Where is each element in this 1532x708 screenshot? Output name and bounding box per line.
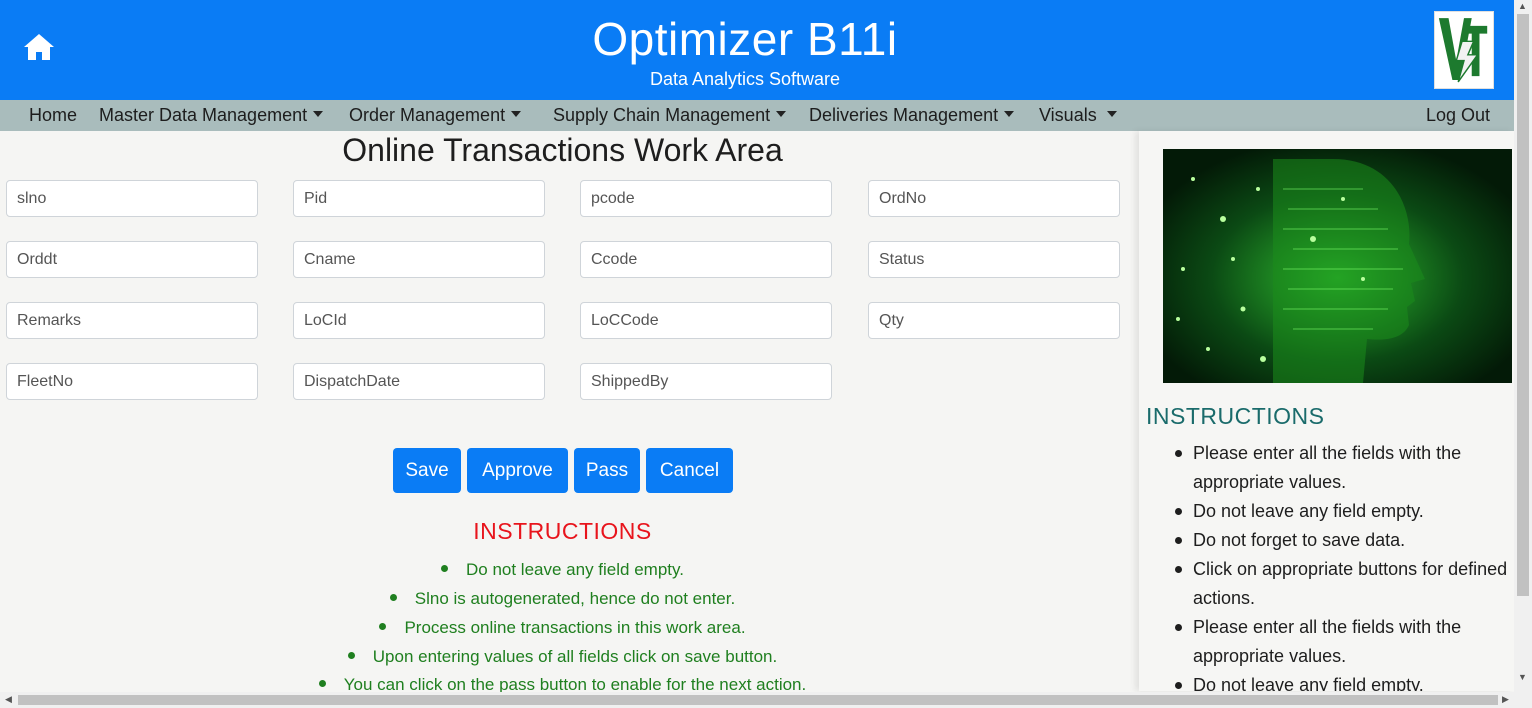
- instructions-title: INSTRUCTIONS: [473, 518, 652, 544]
- nav-supply-chain-management[interactable]: Supply Chain Management: [553, 105, 787, 126]
- scroll-up-icon[interactable]: ▲: [1518, 1, 1527, 11]
- field-remarks[interactable]: [6, 302, 258, 339]
- field-locid[interactable]: [293, 302, 545, 339]
- field-cname[interactable]: [293, 241, 545, 278]
- list-item: Please enter all the fields with the app…: [1175, 613, 1514, 671]
- scroll-down-icon[interactable]: ▼: [1518, 672, 1527, 682]
- field-dispatchdate[interactable]: [293, 363, 545, 400]
- field-shippedby[interactable]: [580, 363, 832, 400]
- approve-button[interactable]: Approve: [467, 448, 568, 493]
- field-orddt[interactable]: [6, 241, 258, 278]
- vertical-scroll-thumb[interactable]: [1517, 14, 1529, 596]
- logo-icon: [1434, 11, 1494, 89]
- nav-deliveries-management[interactable]: Deliveries Management: [809, 105, 1015, 126]
- caret-down-icon: [1004, 111, 1015, 117]
- instruction-item: Do not leave any field empty.: [0, 560, 1125, 580]
- list-item: Do not leave any field empty.: [1175, 497, 1514, 526]
- vertical-scrollbar[interactable]: ▲ ▼: [1514, 0, 1532, 692]
- nav-visuals[interactable]: Visuals: [1039, 105, 1117, 126]
- field-fleetno[interactable]: [6, 363, 258, 400]
- horizontal-scroll-thumb[interactable]: [18, 695, 1498, 705]
- nav-home[interactable]: Home: [29, 105, 77, 126]
- cancel-button[interactable]: Cancel: [646, 448, 733, 493]
- caret-down-icon: [511, 111, 522, 117]
- field-status[interactable]: [868, 241, 1120, 278]
- instruction-item: Slno is autogenerated, hence do not ente…: [0, 589, 1125, 609]
- field-ccode[interactable]: [580, 241, 832, 278]
- app-subtitle: Data Analytics Software: [649, 69, 841, 89]
- side-panel: INSTRUCTIONS Please enter all the fields…: [1139, 131, 1514, 691]
- pass-button[interactable]: Pass: [574, 448, 640, 493]
- caret-down-icon: [1106, 111, 1117, 117]
- nav-master-data-management[interactable]: Master Data Management: [99, 105, 324, 126]
- instruction-item: Process online transactions in this work…: [0, 618, 1125, 638]
- scroll-right-icon[interactable]: ▶: [1502, 694, 1509, 705]
- list-item: Do not forget to save data.: [1175, 526, 1514, 555]
- app-title: Optimizer B11i: [592, 13, 898, 65]
- nav-order-management[interactable]: Order Management: [349, 105, 522, 126]
- save-button[interactable]: Save: [393, 448, 461, 493]
- side-instructions-list: Please enter all the fields with the app…: [1175, 439, 1514, 691]
- ai-head-circuit-image: [1163, 149, 1512, 383]
- scroll-left-icon[interactable]: ◀: [5, 694, 12, 705]
- field-qty[interactable]: [868, 302, 1120, 339]
- field-slno[interactable]: [6, 180, 258, 217]
- app-header: Optimizer B11i Data Analytics Software: [0, 0, 1514, 100]
- caret-down-icon: [313, 111, 324, 117]
- instruction-item: Upon entering values of all fields click…: [0, 647, 1125, 667]
- list-item: Do not leave any field empty.: [1175, 671, 1514, 691]
- field-pcode[interactable]: [580, 180, 832, 217]
- page-title: Online Transactions Work Area: [342, 132, 783, 168]
- list-item: Click on appropriate buttons for defined…: [1175, 555, 1514, 613]
- caret-down-icon: [776, 111, 787, 117]
- main-navbar: Home Master Data Management Order Manage…: [0, 100, 1514, 131]
- field-ordno[interactable]: [868, 180, 1120, 217]
- field-loccode[interactable]: [580, 302, 832, 339]
- horizontal-scrollbar[interactable]: ◀ ▶: [0, 692, 1532, 708]
- side-instructions-title: INSTRUCTIONS: [1146, 403, 1325, 429]
- list-item: Please enter all the fields with the app…: [1175, 439, 1514, 497]
- logout-link[interactable]: Log Out: [1426, 105, 1490, 126]
- field-pid[interactable]: [293, 180, 545, 217]
